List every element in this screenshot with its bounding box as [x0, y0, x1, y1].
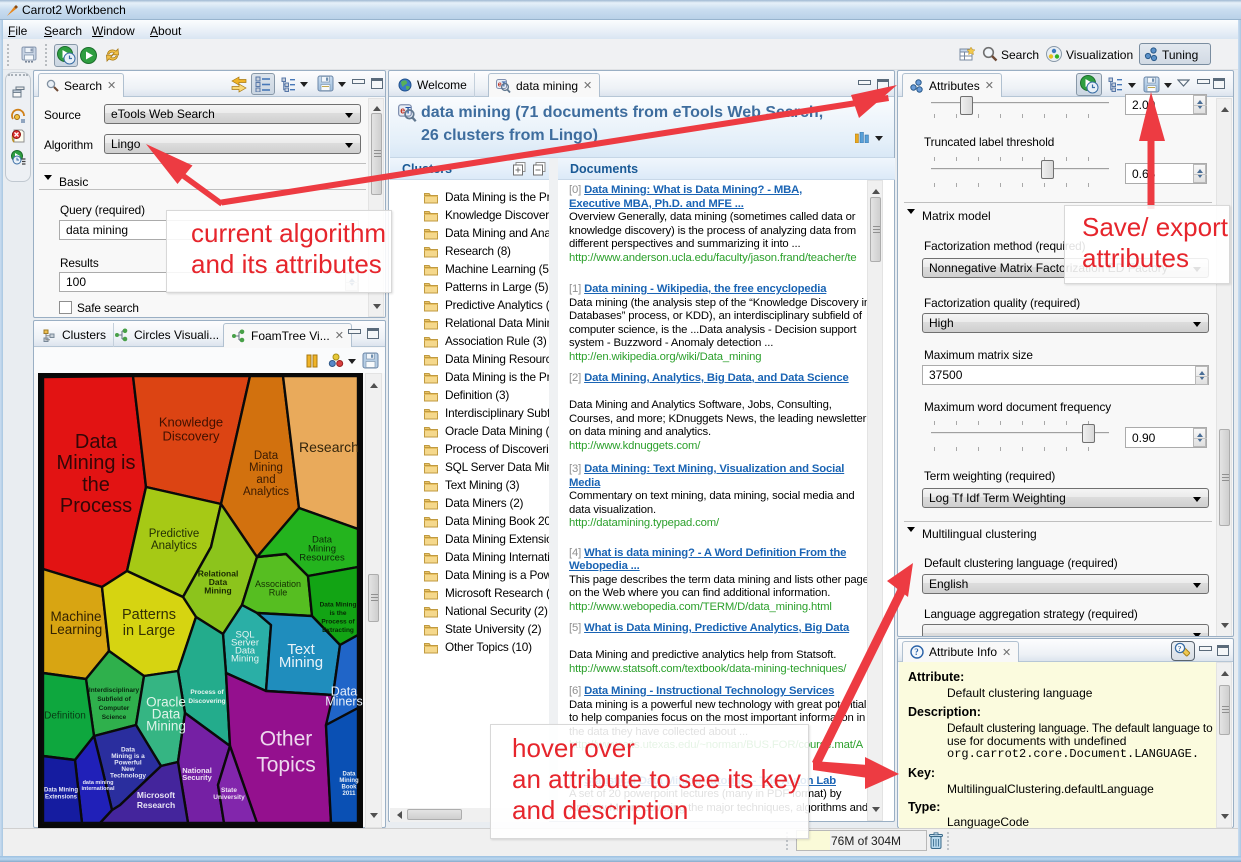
svg-text:Process of: Process of [321, 619, 355, 626]
svg-text:Research: Research [299, 439, 359, 455]
svg-text:Science: Science [102, 714, 127, 721]
svg-text:Mining: Mining [339, 778, 359, 784]
svg-text:in Large: in Large [123, 623, 175, 639]
svg-text:Security: Security [182, 773, 212, 782]
svg-text:Knowledge: Knowledge [159, 415, 223, 430]
svg-text:Mining: Mining [231, 653, 259, 664]
svg-text:Computer: Computer [99, 705, 130, 712]
svg-text:Patterns: Patterns [122, 607, 176, 623]
svg-text:Data: Data [75, 431, 118, 453]
svg-text:Extracting: Extracting [322, 627, 354, 634]
svg-text:2011: 2011 [342, 791, 356, 797]
svg-text:Mining: Mining [279, 654, 323, 671]
svg-text:Microsoft: Microsoft [137, 790, 175, 800]
svg-text:Discovering: Discovering [188, 698, 225, 705]
svg-text:Technology: Technology [110, 772, 146, 779]
svg-text:Definition: Definition [44, 711, 86, 722]
svg-text:Data: Data [254, 450, 279, 462]
svg-text:Subfield of: Subfield of [97, 696, 131, 703]
svg-text:State: State [221, 787, 237, 794]
svg-text:Discovery: Discovery [162, 429, 220, 444]
svg-text:Predictive: Predictive [149, 528, 200, 540]
svg-text:Interdisciplinary: Interdisciplinary [89, 687, 140, 694]
svg-text:Rule: Rule [269, 587, 288, 597]
svg-text:Data Mining: Data Mining [320, 602, 357, 609]
svg-text:Data: Data [342, 771, 356, 777]
svg-text:Learning: Learning [50, 622, 103, 637]
svg-text:Process: Process [60, 495, 132, 517]
svg-text:Miners: Miners [325, 694, 363, 708]
svg-text:University: University [213, 794, 245, 801]
svg-text:Analytics: Analytics [151, 540, 197, 552]
svg-text:the: the [82, 474, 110, 496]
svg-text:?: ? [1178, 644, 1182, 653]
svg-text:Research: Research [137, 800, 175, 810]
svg-text:Process of: Process of [190, 689, 224, 696]
svg-text:Mining: Mining [146, 719, 186, 734]
svg-text:is the: is the [330, 610, 347, 617]
svg-text:Book: Book [342, 784, 358, 790]
svg-text:Resources: Resources [299, 552, 345, 563]
svg-text:international: international [81, 786, 114, 792]
svg-text:Mining: Mining [249, 462, 283, 474]
svg-text:Analytics: Analytics [243, 486, 289, 498]
svg-text:and: and [256, 474, 275, 486]
svg-text:Mining: Mining [204, 586, 231, 596]
svg-text:Extensions: Extensions [45, 795, 78, 801]
svg-text:?: ? [914, 647, 919, 657]
svg-text:Data Mining: Data Mining [44, 788, 78, 794]
svg-text:Topics: Topics [256, 753, 316, 776]
svg-text:Mining is: Mining is [57, 452, 136, 474]
svg-text:Other: Other [260, 727, 313, 750]
